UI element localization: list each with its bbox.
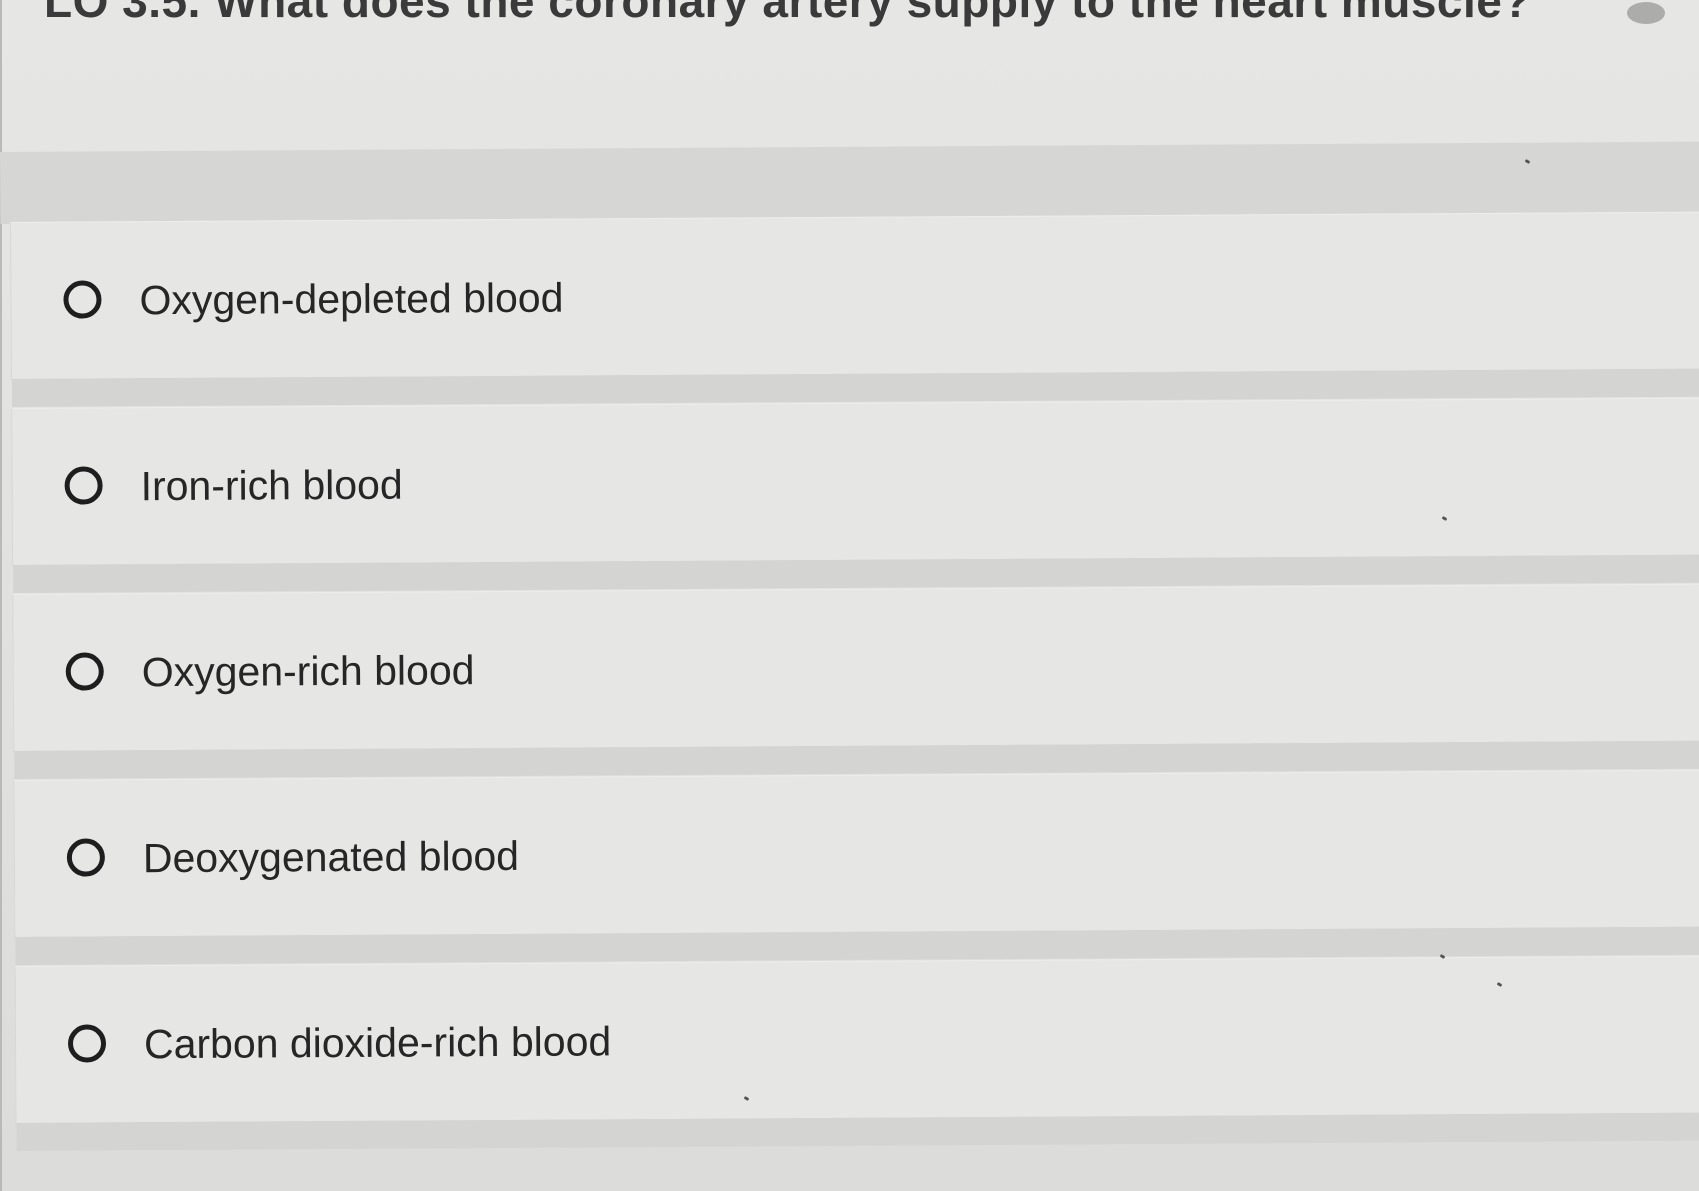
answer-list: Oxygen-depleted blood Iron-rich blood Ox… — [10, 211, 1699, 1152]
answer-label[interactable]: Carbon dioxide-rich blood — [144, 1018, 611, 1067]
answer-option[interactable]: Deoxygenated blood — [13, 769, 1699, 938]
answer-label[interactable]: Oxygen-rich blood — [142, 647, 475, 695]
question-title: LO 3.5. What does the coronary artery su… — [44, 0, 1531, 27]
answer-label[interactable]: Deoxygenated blood — [143, 833, 519, 881]
radio-button-icon[interactable] — [63, 280, 102, 319]
answer-option[interactable]: Iron-rich blood — [11, 397, 1699, 566]
answer-option[interactable]: Carbon dioxide-rich blood — [14, 955, 1699, 1124]
answer-option[interactable]: Oxygen-depleted blood — [10, 211, 1699, 380]
answer-option[interactable]: Oxygen-rich blood — [12, 583, 1699, 752]
radio-button-icon[interactable] — [65, 652, 104, 691]
radio-button-icon[interactable] — [66, 838, 105, 877]
radio-button-icon[interactable] — [64, 466, 103, 505]
corner-mark — [1627, 2, 1665, 24]
question-divider — [0, 141, 1699, 224]
answer-label[interactable]: Oxygen-depleted blood — [139, 275, 563, 324]
radio-button-icon[interactable] — [67, 1024, 107, 1063]
answer-label[interactable]: Iron-rich blood — [140, 462, 402, 510]
